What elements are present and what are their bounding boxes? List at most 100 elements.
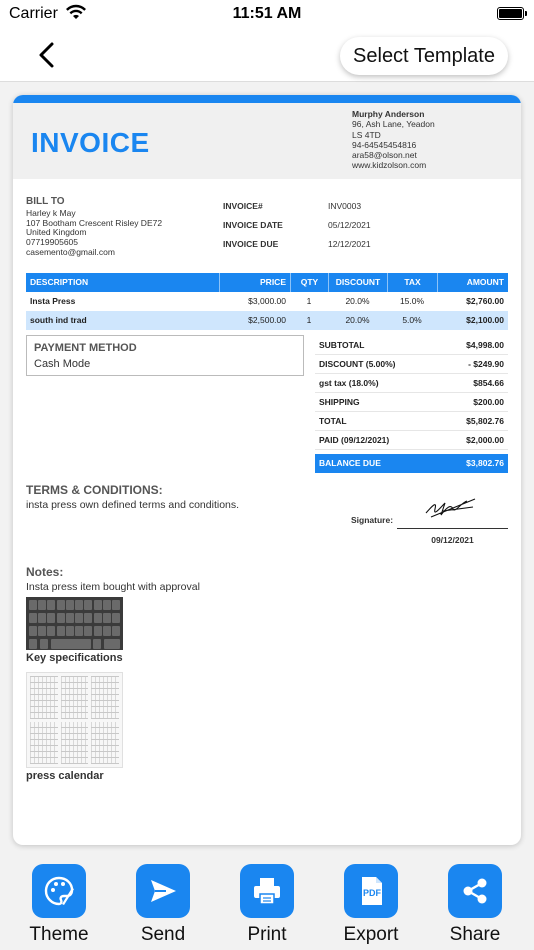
terms-title: TERMS & CONDITIONS: [26, 483, 163, 497]
back-arrow-icon[interactable] [32, 38, 62, 72]
clock: 11:51 AM [232, 5, 302, 22]
company-address-1: 96, Ash Lane, Yeadon [352, 119, 435, 130]
company-email: ara58@olson.net [352, 150, 417, 161]
invoice-meta: INVOICE# INV0003 INVOICE DATE 05/12/2021… [223, 201, 423, 258]
total-value: $4,998.00 [466, 340, 504, 350]
bottom-toolbar: Theme Send Print PDF Export Share [0, 852, 534, 950]
company-address-2: LS 4TD [352, 129, 381, 140]
meta-row: INVOICE DATE 05/12/2021 [223, 220, 423, 239]
meta-row: INVOICE DUE 12/12/2021 [223, 239, 423, 258]
toolbar-label: Print [247, 924, 287, 945]
subtotal-row: SUBTOTAL $4,998.00 [315, 336, 508, 355]
item-amount: $2,760.00 [466, 296, 504, 306]
item-discount: 20.0% [345, 296, 370, 306]
paid-row: PAID (09/12/2021) $2,000.00 [315, 431, 508, 450]
notes-block: Notes: Insta press item bought with appr… [26, 565, 200, 593]
terms-text: insta press own defined terms and condit… [26, 499, 240, 511]
signature-line [397, 528, 508, 529]
signature-image [425, 498, 476, 518]
total-row: TOTAL $5,802.76 [315, 412, 508, 431]
balance-due-row: BALANCE DUE $3,802.76 [315, 454, 508, 473]
payment-method-box: PAYMENT METHOD Cash Mode [26, 335, 304, 376]
image-caption: Key specifications [26, 652, 123, 664]
item-amount: $2,100.00 [466, 315, 504, 325]
total-value: $200.00 [473, 397, 504, 407]
client-email: casemento@gmail.com [26, 246, 115, 257]
col-qty: QTY [290, 273, 328, 292]
items-table: DESCRIPTION PRICE QTY DISCOUNT TAX AMOUN… [26, 273, 508, 330]
payment-method-title: PAYMENT METHOD [34, 342, 137, 354]
meta-value: 05/12/2021 [328, 220, 371, 230]
total-value: $854.66 [473, 378, 504, 388]
item-price: $3,000.00 [248, 296, 286, 306]
shipping-row: SHIPPING $200.00 [315, 393, 508, 412]
item-description: south ind trad [30, 315, 87, 325]
company-website: www.kidzolson.com [352, 160, 427, 171]
discount-row: DISCOUNT (5.00%) - $249.90 [315, 355, 508, 374]
toolbar-label: Theme [29, 924, 89, 945]
item-tax: 15.0% [399, 296, 425, 306]
image-caption: press calendar [26, 770, 104, 782]
total-label: TOTAL [319, 416, 347, 426]
item-description: Insta Press [30, 296, 76, 306]
share-icon [448, 864, 502, 918]
keyboard-image [26, 597, 123, 650]
export-button[interactable]: PDF Export [331, 864, 411, 946]
col-tax: TAX [387, 273, 437, 292]
item-tax: 5.0% [402, 315, 422, 325]
company-name: Murphy Anderson [352, 109, 425, 119]
invoice-preview[interactable]: INVOICE Murphy Anderson 96, Ash Lane, Ye… [13, 95, 521, 845]
meta-value: INV0003 [328, 201, 362, 211]
item-discount: 20.0% [345, 315, 370, 325]
bill-to-block: BILL TO Harley k May 107 Bootham Crescen… [26, 197, 162, 258]
print-button[interactable]: Print [227, 864, 307, 946]
navigation-bar: Select Template [0, 30, 534, 82]
total-label: DISCOUNT (5.00%) [319, 359, 396, 369]
toolbar-label: Send [140, 924, 186, 945]
company-phone: 94-64545454816 [352, 139, 417, 150]
item-qty: 1 [306, 315, 312, 325]
total-label: SUBTOTAL [319, 340, 365, 350]
invoice-header: INVOICE Murphy Anderson 96, Ash Lane, Ye… [13, 103, 521, 179]
invoice-title: INVOICE [31, 127, 150, 158]
total-label: gst tax (18.0%) [319, 378, 379, 388]
terms-block: TERMS & CONDITIONS: insta press own defi… [26, 483, 239, 511]
total-label: SHIPPING [319, 397, 360, 407]
col-price: PRICE [219, 273, 290, 292]
table-row: Insta Press $3,000.00 1 20.0% 15.0% $2,7… [26, 292, 508, 311]
col-description: DESCRIPTION [30, 277, 89, 287]
share-button[interactable]: Share [435, 864, 515, 946]
calendar-image [26, 672, 123, 768]
toolbar-label: Share [449, 924, 501, 945]
send-icon [136, 864, 190, 918]
balance-due-label: BALANCE DUE [319, 458, 381, 468]
send-button[interactable]: Send [123, 864, 203, 946]
accent-bar [13, 95, 521, 103]
select-template-button[interactable]: Select Template [340, 37, 508, 75]
table-row: south ind trad $2,500.00 1 20.0% 5.0% $2… [26, 311, 508, 330]
palette-icon [32, 864, 86, 918]
totals-block: SUBTOTAL $4,998.00 DISCOUNT (5.00%) - $249… [315, 336, 508, 473]
status-bar: Carrier 11:51 AM [0, 0, 534, 30]
table-header: DESCRIPTION PRICE QTY DISCOUNT TAX AMOUN… [26, 273, 508, 292]
printer-icon [240, 864, 294, 918]
payment-method-value: Cash Mode [34, 358, 91, 370]
total-value: $2,000.00 [466, 435, 504, 445]
total-label: PAID (09/12/2021) [319, 435, 390, 445]
company-info: Murphy Anderson 96, Ash Lane, Yeadon LS … [352, 109, 435, 171]
item-qty: 1 [306, 296, 312, 306]
signature-date: 09/12/2021 [431, 535, 474, 545]
meta-label: INVOICE DATE [223, 220, 283, 230]
total-value: $5,802.76 [466, 416, 504, 426]
col-amount: AMOUNT [437, 273, 508, 292]
meta-value: 12/12/2021 [328, 239, 371, 249]
total-value: - $249.90 [468, 359, 504, 369]
svg-text:PDF: PDF [363, 888, 382, 898]
col-discount: DISCOUNT [328, 273, 387, 292]
battery-icon [497, 7, 527, 20]
meta-label: INVOICE DUE [223, 239, 279, 249]
theme-button[interactable]: Theme [19, 864, 99, 946]
toolbar-label: Export [343, 924, 399, 945]
balance-due-value: $3,802.76 [466, 458, 504, 468]
tax-row: gst tax (18.0%) $854.66 [315, 374, 508, 393]
